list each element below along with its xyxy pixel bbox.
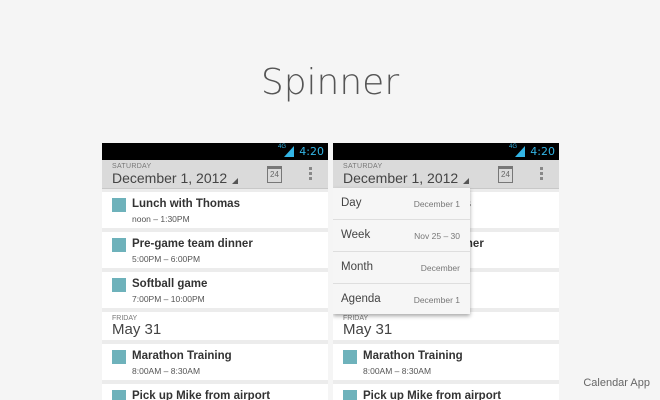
event-color-marker — [112, 278, 126, 292]
event-color-marker — [112, 238, 126, 252]
overflow-menu-icon[interactable] — [309, 167, 312, 182]
phone-screen-left: 4G 4:20 SATURDAY December 1, 2012 24 Lun… — [102, 143, 328, 400]
event-item[interactable]: Pick up Mike from airport — [333, 384, 559, 400]
event-color-marker — [112, 350, 126, 364]
action-bar: SATURDAY December 1, 2012 24 — [333, 160, 559, 189]
today-calendar-icon[interactable]: 24 — [267, 166, 282, 183]
status-time: 4:20 — [299, 145, 324, 158]
status-time: 4:20 — [530, 145, 555, 158]
status-bar: 4G 4:20 — [333, 143, 559, 160]
spinner-dropdown: Day December 1 Week Nov 25 – 30 Month De… — [333, 188, 470, 314]
phone-screen-right: 4G 4:20 SATURDAY December 1, 2012 24 Day… — [333, 143, 559, 400]
spinner-caret-icon — [463, 178, 469, 184]
day-header-date: May 31 — [343, 321, 393, 338]
event-item[interactable]: Marathon Training 8:00AM – 8:30AM — [102, 344, 328, 380]
option-range: Nov 25 – 30 — [414, 231, 460, 241]
event-time: 5:00PM – 6:00PM — [132, 254, 201, 264]
event-title: Marathon Training — [363, 350, 463, 362]
event-title: Lunch with Thomas — [132, 198, 240, 210]
option-label: Month — [341, 261, 373, 273]
day-header: FRIDAY May 31 — [333, 312, 559, 340]
spinner-date-label: December 1, 2012 — [112, 170, 228, 186]
event-title: Softball game — [132, 278, 208, 290]
action-bar: SATURDAY December 1, 2012 24 — [102, 160, 328, 189]
event-title: Pick up Mike from airport — [363, 390, 502, 400]
spinner-day-label: SATURDAY — [112, 163, 152, 170]
status-bar: 4G 4:20 — [102, 143, 328, 160]
event-item[interactable]: Pick up Mike from airport — [102, 384, 328, 400]
option-label: Week — [341, 229, 371, 241]
event-item[interactable]: Softball game 7:00PM – 10:00PM — [102, 272, 328, 308]
event-color-marker — [343, 390, 357, 400]
option-label: Agenda — [341, 293, 381, 305]
overflow-menu-icon[interactable] — [540, 167, 543, 182]
event-color-marker — [112, 390, 126, 400]
event-title: Pre-game team dinner — [132, 238, 253, 250]
event-time: 7:00PM – 10:00PM — [132, 294, 205, 304]
option-range: December 1 — [413, 199, 460, 209]
event-color-marker — [112, 198, 126, 212]
option-range: December — [420, 263, 460, 273]
spinner-date-label: December 1, 2012 — [343, 170, 459, 186]
event-title: Marathon Training — [132, 350, 232, 362]
today-calendar-icon[interactable]: 24 — [498, 166, 513, 183]
spinner-option-day[interactable]: Day December 1 — [333, 188, 470, 220]
option-label: Day — [341, 197, 362, 209]
event-item[interactable]: Pre-game team dinner 5:00PM – 6:00PM — [102, 232, 328, 268]
spinner-caret-icon — [232, 178, 238, 184]
signal-icon — [284, 146, 294, 157]
day-header-date: May 31 — [112, 321, 162, 338]
footer-caption: Calendar App — [583, 377, 650, 389]
event-time: noon – 1:30PM — [132, 214, 190, 224]
option-range: December 1 — [413, 295, 460, 305]
spinner-option-month[interactable]: Month December — [333, 252, 470, 284]
spinner-day-label: SATURDAY — [343, 163, 383, 170]
event-item[interactable]: Marathon Training 8:00AM – 8:30AM — [333, 344, 559, 380]
signal-icon — [515, 146, 525, 157]
event-color-marker — [343, 350, 357, 364]
event-time: 8:00AM – 8:30AM — [363, 366, 432, 376]
spinner-option-agenda[interactable]: Agenda December 1 — [333, 284, 470, 315]
event-item[interactable]: Lunch with Thomas noon – 1:30PM — [102, 192, 328, 228]
spinner-option-week[interactable]: Week Nov 25 – 30 — [333, 220, 470, 252]
event-time: 8:00AM – 8:30AM — [132, 366, 201, 376]
day-header: FRIDAY May 31 — [102, 312, 328, 340]
page-title: Spinner — [260, 62, 400, 103]
event-title: Pick up Mike from airport — [132, 390, 271, 400]
